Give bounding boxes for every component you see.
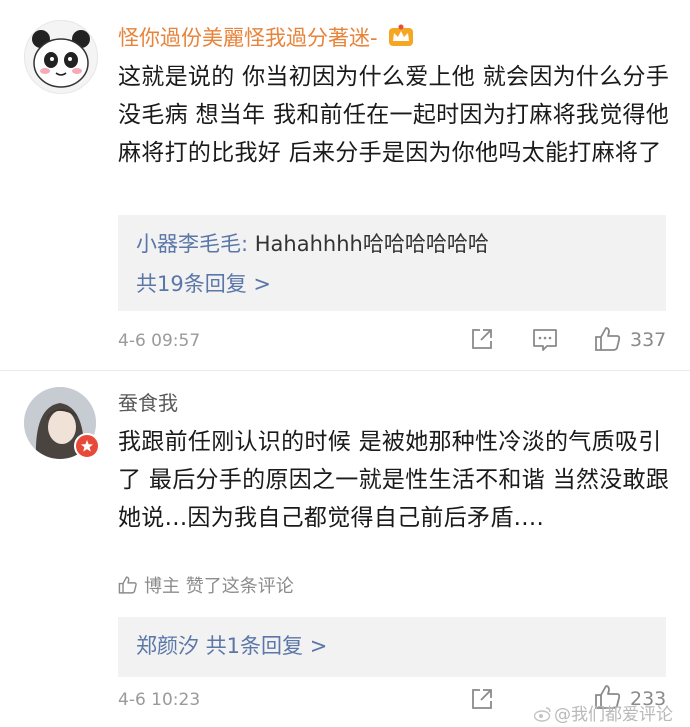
- share-icon: [472, 329, 492, 349]
- comment-item: 蚕食我 我跟前任刚认识的时候 是被她那种性冷淡的气质吸引了 最后分手的原因之一就…: [0, 371, 690, 727]
- username-text[interactable]: 怪你過份美麗怪我過分著迷-: [118, 26, 378, 50]
- comment-text: 这就是说的 你当初因为什么爱上他 就会因为什么分手 没毛病 想当年 我和前任在一…: [118, 64, 670, 166]
- liked-by-text: 博主 赞了这条评论: [144, 576, 294, 597]
- watermark-text: @我们都爱评论: [554, 705, 673, 725]
- username[interactable]: 蚕食我: [118, 389, 178, 417]
- view-replies-link[interactable]: 共1条回复 >: [199, 634, 328, 658]
- crown-vip-icon: [388, 24, 414, 55]
- like-button[interactable]: [594, 325, 622, 357]
- reply-preview[interactable]: 小器李毛毛: Hahahhhh哈哈哈哈哈哈 共19条回复 >: [118, 215, 666, 311]
- reply-text: Hahahhhh哈哈哈哈哈哈: [248, 232, 489, 256]
- reply-snippet: 小器李毛毛: Hahahhhh哈哈哈哈哈哈: [136, 230, 489, 258]
- weibo-logo-icon: [533, 706, 552, 727]
- author-liked-row: 博主 赞了这条评论: [118, 575, 294, 602]
- watermark: @我们都爱评论: [533, 700, 673, 727]
- comment-button[interactable]: [532, 327, 558, 357]
- timestamp: 4-6 10:23: [118, 690, 201, 710]
- panda-avatar-icon: [32, 30, 90, 88]
- view-replies-link[interactable]: 共19条回复 >: [136, 270, 271, 298]
- reply-author[interactable]: 小器李毛毛:: [136, 232, 248, 256]
- share-button[interactable]: [470, 327, 494, 355]
- username[interactable]: 怪你過份美麗怪我過分著迷-: [118, 24, 414, 55]
- reply-preview[interactable]: 郑颜汐 共1条回复 >: [118, 617, 666, 677]
- comment-text: 我跟前任刚认识的时候 是被她那种性冷淡的气质吸引了 最后分手的原因之一就是性生活…: [118, 429, 670, 531]
- comment-item: 怪你過份美麗怪我過分著迷- 这就是说的 你当初因为什么爱上他 就会因为什么分手 …: [0, 0, 690, 370]
- comment-icon: [533, 329, 557, 351]
- timestamp: 4-6 09:57: [118, 331, 201, 351]
- thumbs-up-small-icon: [118, 575, 138, 602]
- reply-snippet: 郑颜汐 共1条回复 >: [136, 632, 327, 660]
- verified-badge-icon: [74, 433, 100, 459]
- avatar[interactable]: [24, 20, 98, 94]
- share-icon: [472, 689, 492, 709]
- like-count: 337: [630, 329, 667, 351]
- share-button[interactable]: [470, 687, 494, 715]
- reply-author[interactable]: 郑颜汐: [136, 634, 199, 658]
- thumbs-up-icon: [595, 327, 621, 351]
